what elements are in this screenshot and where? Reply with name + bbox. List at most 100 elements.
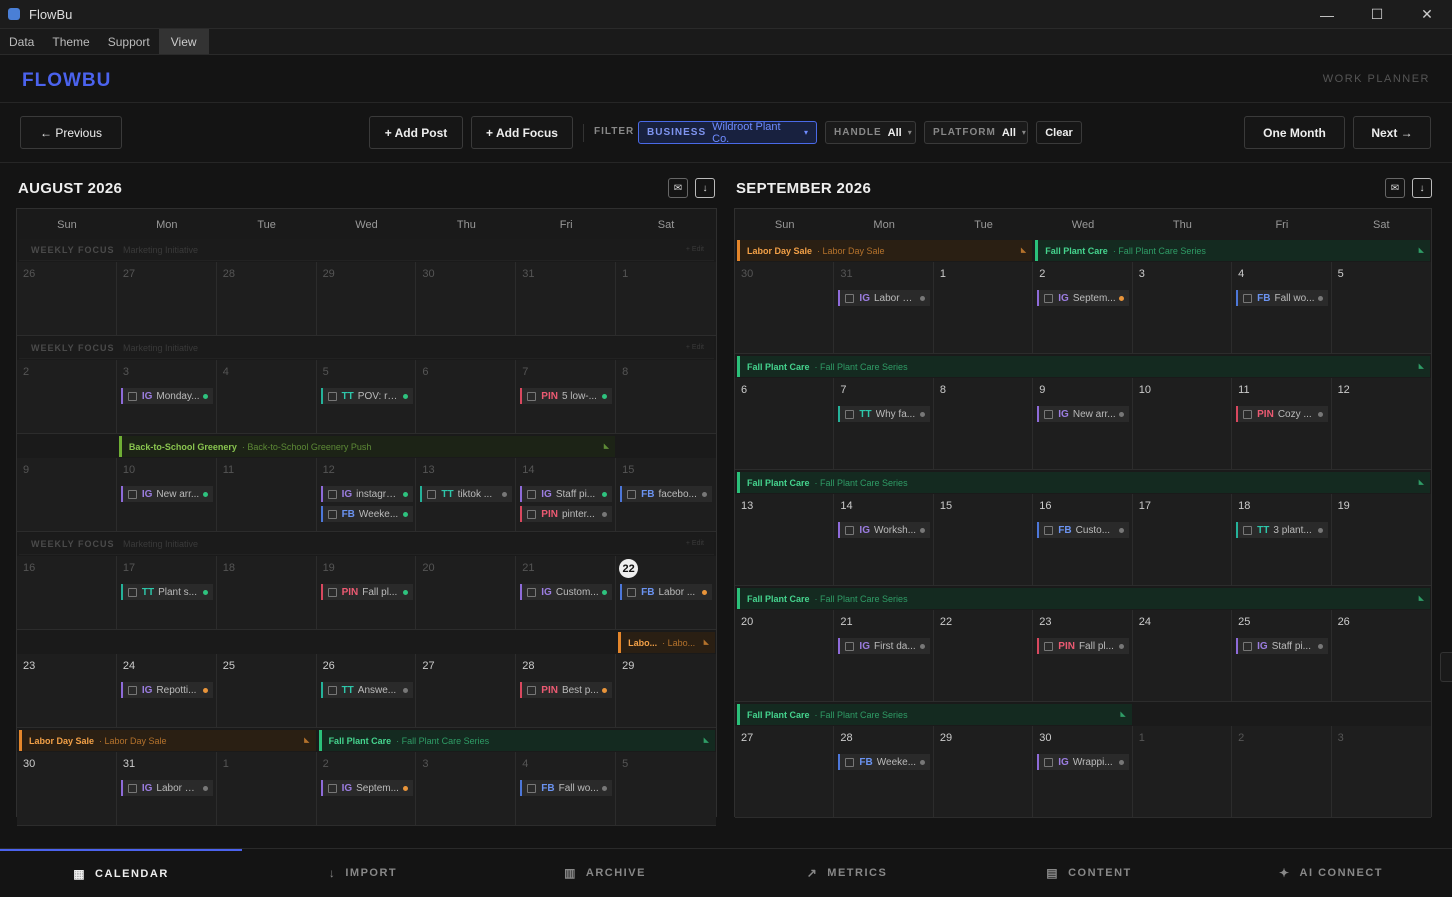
post-checkbox[interactable] xyxy=(845,757,855,767)
weekly-focus-row[interactable]: WEEKLY FOCUS Marketing Initiative + Edit xyxy=(19,337,714,359)
one-month-button[interactable]: One Month xyxy=(1244,116,1345,149)
post-checkbox[interactable] xyxy=(1044,293,1054,303)
post-item[interactable]: PIN 5 low-... xyxy=(520,388,613,404)
day-cell[interactable]: 3 IG Monday... xyxy=(116,360,217,434)
post-item[interactable]: IG Staff pi... xyxy=(520,486,613,502)
close-icon[interactable]: ✕ xyxy=(1402,0,1452,29)
tab-content[interactable]: ▤ CONTENT xyxy=(968,849,1210,897)
add-focus-button[interactable]: + Add Focus xyxy=(471,116,573,149)
day-cell[interactable]: 1 xyxy=(216,752,317,826)
day-cell[interactable]: 18 TT 3 plant... xyxy=(1232,494,1332,586)
day-cell[interactable]: 12 IG instagra... FB Weeke... xyxy=(316,458,417,532)
post-item[interactable]: IG Custom... xyxy=(520,584,613,600)
post-item[interactable]: TT tiktok ... xyxy=(420,486,513,502)
day-cell[interactable]: 25 xyxy=(216,654,317,728)
resize-icon[interactable]: ◣ xyxy=(1419,478,1424,486)
day-cell[interactable]: 15 xyxy=(933,494,1034,586)
event-bar[interactable]: Labor Day Sale · Labor Day Sale ◣ xyxy=(737,240,1033,261)
day-cell[interactable]: 27 xyxy=(416,654,517,728)
day-cell[interactable]: 1 xyxy=(1132,726,1233,818)
day-cell[interactable]: 12 xyxy=(1331,378,1431,470)
day-cell[interactable]: 13 TT tiktok ... xyxy=(416,458,517,532)
post-checkbox[interactable] xyxy=(845,293,855,303)
post-item[interactable]: FB facebo... xyxy=(620,486,713,502)
resize-icon[interactable]: ◣ xyxy=(1120,710,1125,718)
next-button[interactable]: Next → xyxy=(1353,116,1431,149)
post-checkbox[interactable] xyxy=(327,489,337,499)
day-cell[interactable]: 15 FB facebo... xyxy=(616,458,716,532)
day-cell[interactable]: 17 TT Plant s... xyxy=(116,556,217,630)
day-cell[interactable]: 2 IG Septem... xyxy=(1033,262,1133,354)
event-bar[interactable]: Fall Plant Care · Fall Plant Care Series ◣ xyxy=(737,704,1132,725)
post-item[interactable]: IG Staff pi... xyxy=(1236,638,1329,654)
post-item[interactable]: TT Plant s... xyxy=(120,584,213,600)
day-cell[interactable]: 29 xyxy=(616,654,716,728)
post-checkbox[interactable] xyxy=(527,489,537,499)
post-checkbox[interactable] xyxy=(327,685,337,695)
day-cell[interactable]: 5 xyxy=(1331,262,1431,354)
resize-icon[interactable]: ◣ xyxy=(304,736,309,744)
post-checkbox[interactable] xyxy=(527,391,537,401)
post-checkbox[interactable] xyxy=(127,489,137,499)
post-item[interactable]: FB Weeke... xyxy=(320,506,413,522)
day-cell[interactable]: 26 xyxy=(17,262,117,336)
post-item[interactable]: PIN Cozy ... xyxy=(1236,406,1329,422)
day-cell[interactable]: 22 FB Labor ... xyxy=(616,556,716,630)
day-cell[interactable]: 7 PIN 5 low-... xyxy=(516,360,617,434)
post-item[interactable]: IG Septem... xyxy=(1037,290,1130,306)
post-item[interactable]: FB Fall wo... xyxy=(520,780,613,796)
day-cell[interactable]: 28 xyxy=(216,262,317,336)
menu-theme[interactable]: Theme xyxy=(43,29,98,54)
post-checkbox[interactable] xyxy=(427,489,437,499)
day-cell[interactable]: 3 xyxy=(1132,262,1233,354)
post-checkbox[interactable] xyxy=(127,685,137,695)
business-filter[interactable]: BUSINESS Wildroot Plant Co. ▾ xyxy=(638,121,817,145)
weekly-focus-row[interactable]: WEEKLY FOCUS Marketing Initiative + Edit xyxy=(19,239,714,261)
day-cell[interactable]: 3 xyxy=(1331,726,1431,818)
day-cell[interactable]: 4 FB Fall wo... xyxy=(1232,262,1332,354)
post-checkbox[interactable] xyxy=(1044,409,1054,419)
post-item[interactable]: PIN pinter... xyxy=(520,506,613,522)
menu-view[interactable]: View xyxy=(158,29,209,54)
day-cell[interactable]: 10 IG New arr... xyxy=(116,458,217,532)
download-icon[interactable]: ↓ xyxy=(695,178,715,198)
post-checkbox[interactable] xyxy=(327,509,337,519)
day-cell[interactable]: 30 xyxy=(17,752,117,826)
day-cell[interactable]: 26 TT Answe... xyxy=(316,654,417,728)
day-cell[interactable]: 20 xyxy=(735,610,835,702)
add-post-button[interactable]: + Add Post xyxy=(369,116,463,149)
event-bar[interactable]: Fall Plant Care · Fall Plant Care Series ◣ xyxy=(318,730,715,751)
day-cell[interactable]: 5 xyxy=(616,752,716,826)
post-checkbox[interactable] xyxy=(527,587,537,597)
post-checkbox[interactable] xyxy=(127,587,137,597)
post-checkbox[interactable] xyxy=(1243,293,1253,303)
post-item[interactable]: FB Custo... xyxy=(1037,522,1130,538)
day-cell[interactable]: 9 IG New arr... xyxy=(1033,378,1133,470)
day-cell[interactable]: 27 xyxy=(116,262,217,336)
weekly-focus-row[interactable]: WEEKLY FOCUS Marketing Initiative + Edit xyxy=(19,533,714,555)
day-cell[interactable]: 27 xyxy=(735,726,835,818)
day-cell[interactable]: 2 IG Septem... xyxy=(316,752,417,826)
post-item[interactable]: IG Worksh... xyxy=(838,522,931,538)
post-checkbox[interactable] xyxy=(327,587,337,597)
maximize-icon[interactable]: ☐ xyxy=(1352,0,1402,29)
event-bar[interactable]: Fall Plant Care · Fall Plant Care Series ◣ xyxy=(1035,240,1430,261)
day-cell[interactable]: 21 IG First da... xyxy=(834,610,934,702)
day-cell[interactable]: 1 xyxy=(616,262,716,336)
post-checkbox[interactable] xyxy=(845,641,855,651)
post-item[interactable]: IG New arr... xyxy=(1037,406,1130,422)
tab-import[interactable]: ↓ IMPORT xyxy=(242,849,484,897)
post-checkbox[interactable] xyxy=(127,391,137,401)
post-item[interactable]: FB Fall wo... xyxy=(1236,290,1329,306)
day-cell[interactable]: 31 IG Labor D... xyxy=(116,752,217,826)
side-panel-handle[interactable] xyxy=(1440,652,1452,682)
post-item[interactable]: IG New arr... xyxy=(120,486,213,502)
post-item[interactable]: PIN Fall pl... xyxy=(1037,638,1130,654)
day-cell[interactable]: 23 PIN Fall pl... xyxy=(1033,610,1133,702)
post-item[interactable]: IG Labor D... xyxy=(838,290,931,306)
day-cell[interactable]: 2 xyxy=(1232,726,1332,818)
post-item[interactable]: PIN Fall pl... xyxy=(320,584,413,600)
resize-icon[interactable]: ◣ xyxy=(604,442,609,450)
day-cell[interactable]: 21 IG Custom... xyxy=(516,556,617,630)
post-checkbox[interactable] xyxy=(327,783,337,793)
